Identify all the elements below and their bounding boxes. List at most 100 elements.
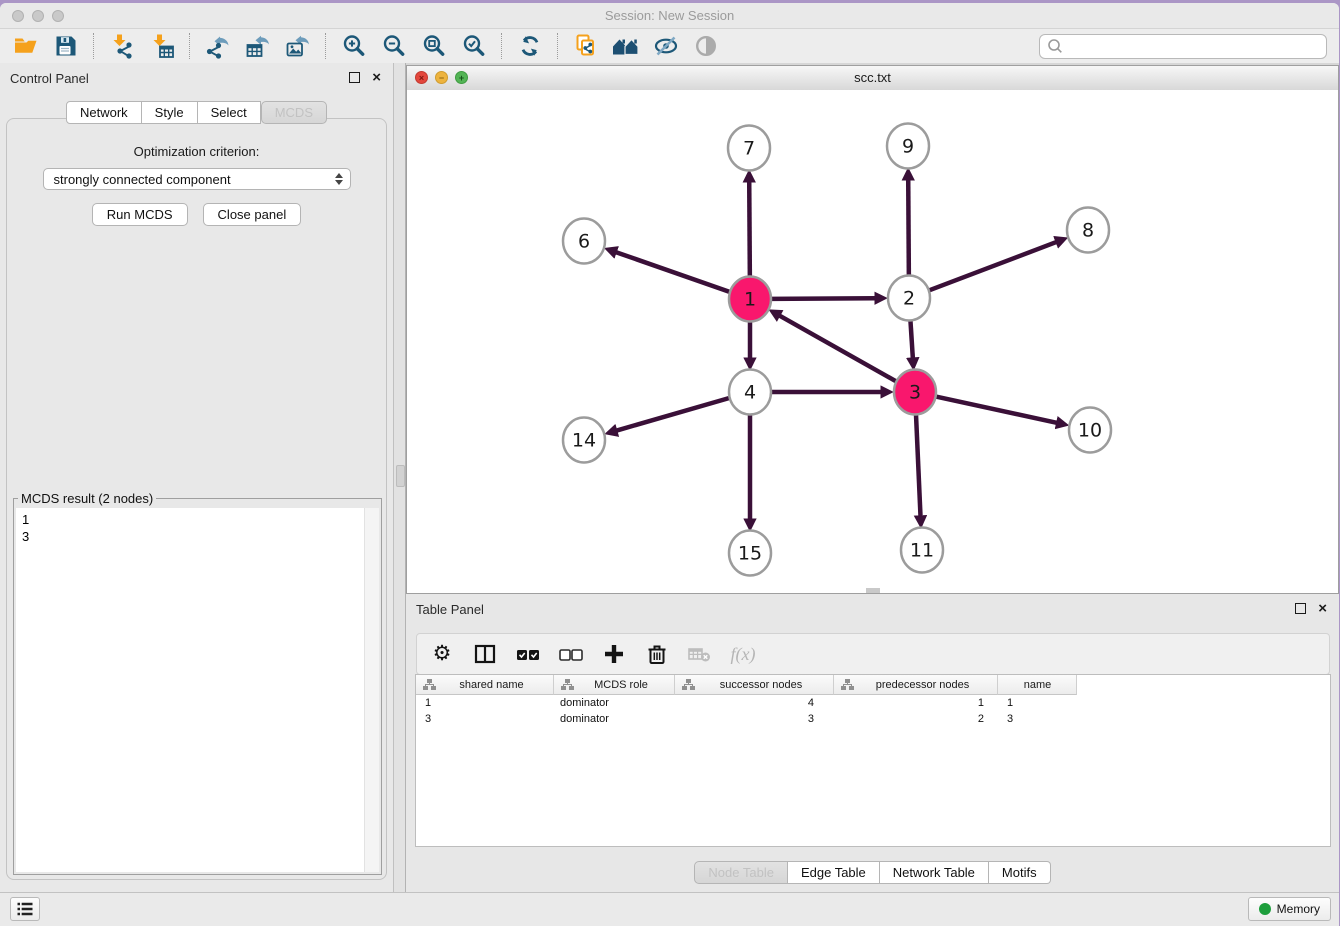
criterion-select[interactable]: strongly connected component xyxy=(43,168,351,190)
network-bottom-grip[interactable] xyxy=(866,588,880,593)
graph-edge-1-7[interactable] xyxy=(749,182,750,277)
control-panel-title: Control Panel xyxy=(10,71,89,86)
tab-motifs[interactable]: Motifs xyxy=(989,861,1051,884)
network-graph[interactable]: 1 2 3 4 6 7 8 9 10 11 14 15 xyxy=(407,90,1338,594)
add-column-button[interactable] xyxy=(601,641,627,667)
toolbar-separator xyxy=(325,33,327,59)
tab-edge-table[interactable]: Edge Table xyxy=(788,861,880,884)
graph-edge-3-11[interactable] xyxy=(916,414,921,516)
header-cell[interactable]: name xyxy=(998,675,1077,695)
search-field[interactable] xyxy=(1039,34,1327,59)
graph-node-7[interactable]: 7 xyxy=(728,126,770,171)
search-icon xyxy=(1047,38,1064,55)
close-panel-button[interactable]: × xyxy=(372,72,381,83)
network-window-titlebar[interactable]: × − + scc.txt xyxy=(407,66,1338,91)
zoom-fit-button[interactable] xyxy=(414,31,454,61)
table-row[interactable]: 1dominator411 xyxy=(416,695,1330,711)
graph-node-label: 2 xyxy=(903,288,915,310)
houses-icon xyxy=(612,33,640,59)
header-cell[interactable]: MCDS role xyxy=(554,675,675,695)
table-row[interactable]: 3dominator323 xyxy=(416,711,1330,727)
run-mcds-button[interactable]: Run MCDS xyxy=(92,203,188,226)
graph-node-8[interactable]: 8 xyxy=(1067,208,1109,253)
minimize-window-button[interactable] xyxy=(32,10,44,22)
maximize-window-button[interactable] xyxy=(52,10,64,22)
zoom-in-button[interactable] xyxy=(334,31,374,61)
tab-style[interactable]: Style xyxy=(142,101,198,124)
graph-edge-2-8[interactable] xyxy=(930,242,1057,290)
graph-edge-1-6[interactable] xyxy=(616,252,729,292)
float-panel-button[interactable] xyxy=(349,72,360,83)
zoom-selected-button[interactable] xyxy=(454,31,494,61)
table-cell: 1 xyxy=(834,697,998,709)
show-hidden-button[interactable] xyxy=(686,31,726,61)
graph-edge-4-14[interactable] xyxy=(617,398,729,430)
graph-node-9[interactable]: 9 xyxy=(887,124,929,169)
close-table-panel-button[interactable]: × xyxy=(1318,603,1327,614)
import-network-button[interactable] xyxy=(102,31,142,61)
mcds-result-title: MCDS result (2 nodes) xyxy=(18,491,156,506)
open-session-button[interactable] xyxy=(6,31,46,61)
graph-node-15[interactable]: 15 xyxy=(729,531,771,576)
refresh-layout-button[interactable] xyxy=(510,31,550,61)
delete-column-button[interactable] xyxy=(644,641,670,667)
tab-network[interactable]: Network xyxy=(66,101,142,124)
table-header-row: shared nameMCDS rolesuccessor nodesprede… xyxy=(416,675,1330,695)
tab-network-table[interactable]: Network Table xyxy=(880,861,989,884)
search-input[interactable] xyxy=(1064,38,1319,55)
graph-node-4[interactable]: 4 xyxy=(729,370,771,415)
houses-button[interactable] xyxy=(606,31,646,61)
clone-network-button[interactable] xyxy=(566,31,606,61)
tab-node-table[interactable]: Node Table xyxy=(694,861,788,884)
network-maximize-button[interactable]: + xyxy=(455,71,468,84)
save-session-button[interactable] xyxy=(46,31,86,61)
memory-button[interactable]: Memory xyxy=(1248,897,1331,921)
hide-selected-button[interactable] xyxy=(646,31,686,61)
graph-node-3[interactable]: 3 xyxy=(894,370,936,415)
graph-edge-3-10[interactable] xyxy=(936,397,1056,423)
select-all-button[interactable] xyxy=(515,641,541,667)
show-columns-button[interactable] xyxy=(472,641,498,667)
zoom-fit-icon xyxy=(421,33,447,59)
close-window-button[interactable] xyxy=(12,10,24,22)
export-network-button[interactable] xyxy=(198,31,238,61)
graph-node-14[interactable]: 14 xyxy=(563,418,605,463)
header-cell[interactable]: predecessor nodes xyxy=(834,675,998,695)
export-image-button[interactable] xyxy=(278,31,318,61)
graph-node-10[interactable]: 10 xyxy=(1069,408,1111,453)
split-columns-icon xyxy=(473,642,497,666)
close-panel-button[interactable]: Close panel xyxy=(203,203,302,226)
function-builder-button[interactable]: f(x) xyxy=(730,641,756,667)
tab-select[interactable]: Select xyxy=(198,101,261,124)
graph-node-label: 15 xyxy=(738,543,762,565)
table-settings-button[interactable]: ⚙ xyxy=(429,641,455,667)
graph-edge-2-3[interactable] xyxy=(910,320,912,358)
task-history-button[interactable] xyxy=(10,897,40,921)
zoom-out-button[interactable] xyxy=(374,31,414,61)
import-table-button[interactable] xyxy=(142,31,182,61)
graph-edge-1-2[interactable] xyxy=(772,298,875,299)
header-cell[interactable]: successor nodes xyxy=(675,675,834,695)
export-table-button[interactable] xyxy=(238,31,278,61)
column-type-icon xyxy=(682,679,695,691)
graph-node-6[interactable]: 6 xyxy=(563,219,605,264)
network-close-button[interactable]: × xyxy=(415,71,428,84)
deselect-all-button[interactable] xyxy=(558,641,584,667)
split-divider[interactable] xyxy=(393,63,406,893)
graph-node-11[interactable]: 11 xyxy=(901,528,943,573)
table-toolbar: ⚙ xyxy=(416,633,1330,675)
header-cell[interactable]: shared name xyxy=(416,675,554,695)
delete-table-button[interactable] xyxy=(687,641,713,667)
float-table-panel-button[interactable] xyxy=(1295,603,1306,614)
result-scrollbar[interactable] xyxy=(364,508,379,872)
graph-edge-2-9[interactable] xyxy=(908,180,909,276)
graph-edge-3-1[interactable] xyxy=(780,316,896,382)
graph-node-1[interactable]: 1 xyxy=(729,277,771,322)
tab-mcds[interactable]: MCDS xyxy=(261,101,327,124)
network-minimize-button[interactable]: − xyxy=(435,71,448,84)
network-canvas[interactable]: 1 2 3 4 6 7 8 9 10 11 14 15 xyxy=(407,90,1338,593)
export-image-icon xyxy=(285,33,311,59)
mcds-result-area[interactable]: 1 3 xyxy=(16,508,379,872)
split-grip[interactable] xyxy=(396,465,405,487)
graph-node-2[interactable]: 2 xyxy=(888,276,930,321)
